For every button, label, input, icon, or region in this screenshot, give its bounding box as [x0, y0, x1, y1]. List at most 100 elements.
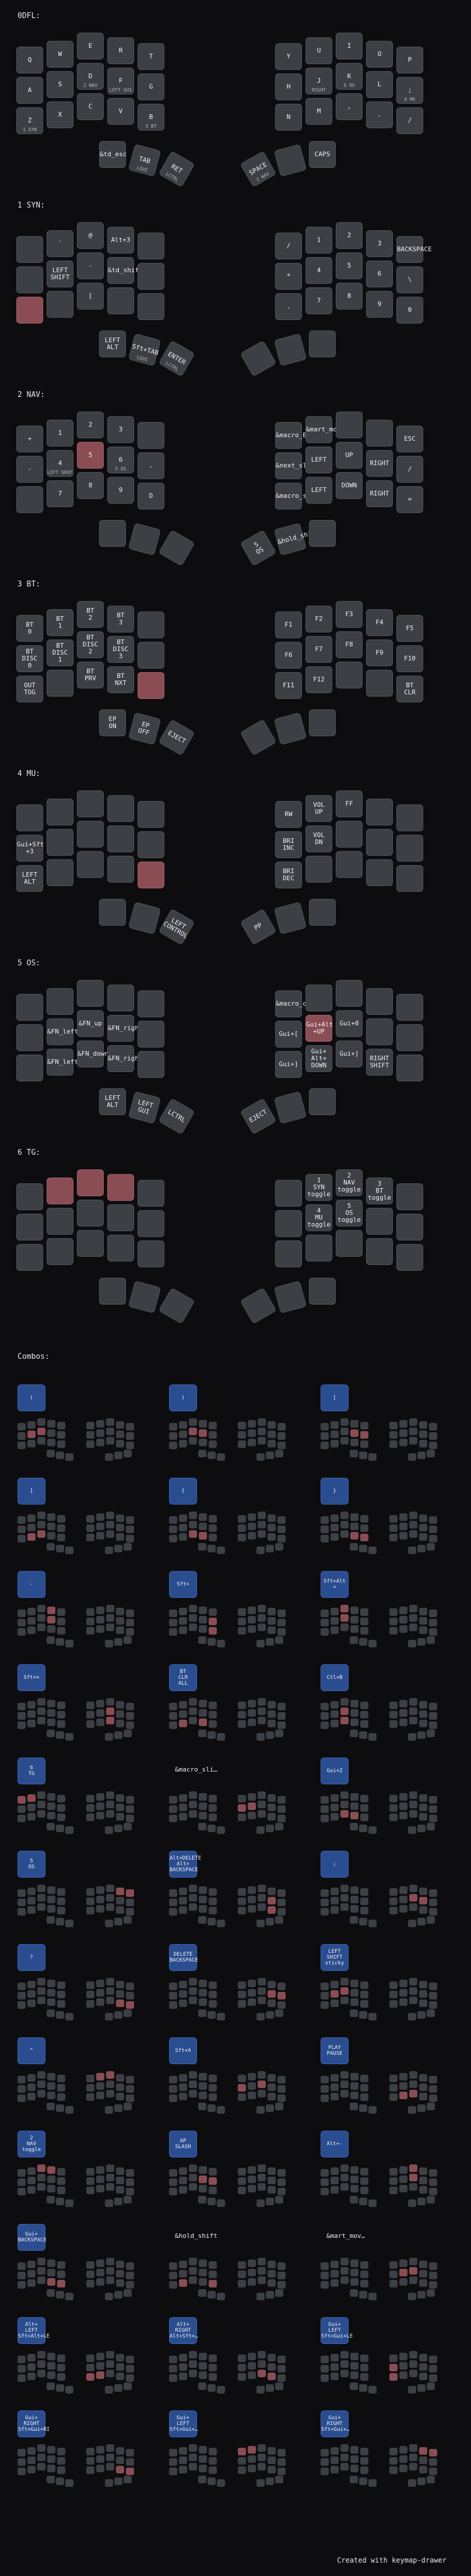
combo-mini-key: [169, 2262, 177, 2270]
key-legend: A: [27, 86, 32, 94]
combo-mini-key: [47, 1896, 55, 1903]
combo-mini-key: [116, 2363, 124, 2371]
combo-mini-key: [199, 1532, 207, 1540]
key-legend: F8: [345, 641, 353, 648]
key-legend: &FN_left: [47, 1028, 78, 1035]
combo-mini-key: [277, 1805, 286, 1813]
combo-key: ): [169, 1384, 197, 1411]
combo-mini-key: [350, 2446, 358, 2454]
combo-mini-key: [126, 2169, 134, 2177]
key-legend: 4: [58, 459, 62, 467]
key-2-42: [158, 529, 195, 567]
combo-mini-key: [179, 1431, 187, 1438]
combo-mini-key: [179, 1804, 187, 1811]
key-4-3: [107, 795, 134, 822]
key-4-21: [47, 859, 73, 886]
key-5-11: &FN_left: [47, 1018, 78, 1045]
combo-mini-key: [321, 2178, 329, 2186]
combo-mini-thumb: [256, 2106, 265, 2114]
combo-mini-key: [37, 1512, 45, 1519]
combo-mini-key: [268, 2466, 276, 2473]
key-0-5: Y: [275, 43, 302, 70]
combo-mini-key: [277, 1889, 286, 1897]
combo-mini-key: [429, 1619, 437, 1626]
combo-mini-key: [340, 1978, 349, 1985]
combo-mini-key: [321, 2085, 329, 2093]
combo-mini-key: [57, 1608, 65, 1616]
combo-mini-key: [116, 2354, 124, 2361]
combo-mini-key: [86, 1907, 94, 1914]
combo-mini-key: [419, 1906, 427, 1914]
combo-mini-key: [96, 1812, 104, 1819]
combo-mini-key: [340, 2444, 349, 2452]
combo-mini-thumb: [350, 2103, 358, 2110]
combo-mini-key: [169, 1628, 177, 1636]
combo-mini-key: [116, 2177, 124, 2184]
combo-mini-key: [47, 1616, 55, 1623]
combo-mini-key: [350, 1523, 358, 1530]
combo-mini-key: [238, 1711, 246, 1718]
key-6-40: [99, 1278, 126, 1305]
combo-mini-key: [268, 1533, 276, 1541]
combo-mini-key: [429, 1423, 437, 1431]
combo-mini-thumb: [408, 2013, 416, 2020]
combo-mini-key: [409, 1978, 417, 1985]
combo-mini-key: [209, 1711, 217, 1718]
combo-mini-key: [429, 2076, 437, 2083]
combo-mini-key: [169, 1535, 177, 1542]
combo-mini-key: [389, 1795, 398, 1802]
combo-mini-key: [27, 2270, 36, 2278]
key-legend: VOL UP: [313, 801, 325, 816]
combo-mini-key: [277, 1908, 286, 1916]
combo-mini-thumb: [408, 1826, 416, 1834]
combo-mini-key: [419, 1981, 427, 1988]
combo-mini-key: [409, 1512, 417, 1519]
combo-mini-thumb: [256, 1920, 265, 1927]
combo-mini-key: [350, 1625, 358, 1633]
combo-mini-key: [169, 1899, 177, 1906]
combo-mini-key: [321, 1889, 329, 1897]
combo-mini-key: [189, 1894, 197, 1902]
combo-mini-key: [340, 1614, 349, 1622]
combo-mini-key: [116, 1440, 124, 1447]
key-legend: F1: [284, 621, 293, 628]
combo-mini-key: [248, 1980, 256, 1987]
combo-mini-thumb: [275, 1450, 283, 1457]
combo-mini-key: [321, 1805, 329, 1813]
key-3-43: [240, 719, 277, 756]
combo-mini-thumb: [275, 1543, 283, 1551]
combo-mini-key: [360, 1814, 368, 1821]
combo-mini-key: [419, 1720, 427, 1727]
combo-mini-key: [126, 1889, 134, 1897]
combo-mini-key: [179, 1626, 187, 1634]
combo-mini-key: [96, 1420, 104, 1428]
key-0-41: TAB LGUI: [128, 143, 161, 177]
combo-mini-thumb: [208, 2384, 216, 2392]
combo-key: PLAY PAUSE: [321, 2037, 349, 2064]
key-0-25: N: [275, 104, 302, 131]
key-legend: F3: [345, 610, 353, 618]
combo-mini-key: [37, 1521, 45, 1528]
combo-mini-key: [268, 2373, 276, 2380]
combo-mini-key: [389, 1711, 398, 1718]
combo-mini-key: [96, 2166, 104, 2174]
combo-mini-key: [238, 1981, 246, 1989]
combo-mini-key: [389, 1981, 398, 1989]
combo-mini-key: [17, 2468, 26, 2475]
combo-label: Alt+DELETE Alt+ BACKSPACE: [170, 1855, 202, 1873]
combo-mini-thumb: [256, 1547, 265, 1554]
key-5-25: Gui+]: [275, 1051, 302, 1078]
combo-mini-key: [268, 1701, 276, 1709]
key-4-11: [47, 829, 73, 856]
combo-mini-key: [360, 2280, 368, 2287]
combo-mini-key: [189, 1623, 197, 1631]
combo-mini-key: [360, 1515, 368, 1523]
combo-mini-key: [37, 2090, 45, 2097]
combo-mini-thumb: [417, 1731, 426, 1739]
combo-mini-key: [86, 1524, 94, 1532]
key-legend: 1: [317, 236, 321, 244]
combo-mini-key: [96, 2371, 104, 2379]
combo-mini-key: [116, 1999, 124, 2007]
combo-mini-key: [57, 2354, 65, 2362]
combo-mini-key: [126, 1423, 134, 1431]
